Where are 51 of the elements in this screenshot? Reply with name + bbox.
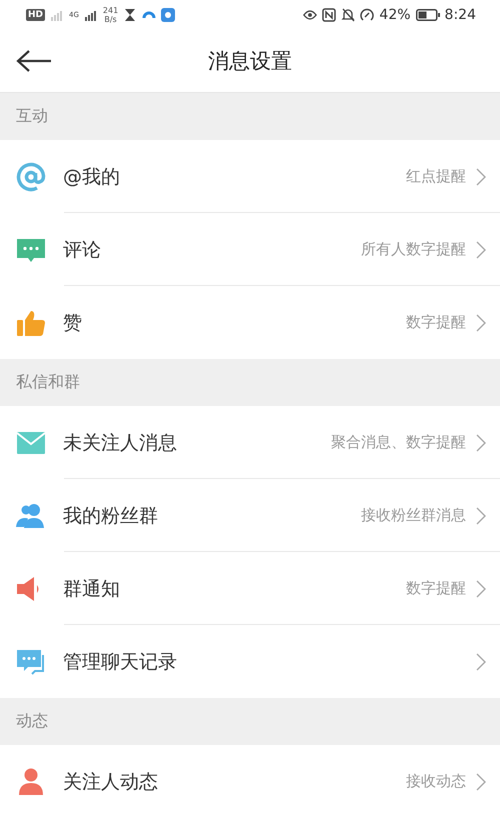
signal-icon [84,9,98,21]
chevron-right-icon [476,314,486,332]
chevron-right-icon [476,772,486,790]
row-label: 赞 [63,310,83,336]
settings-row[interactable]: 关注人动态 接收动态 [0,745,500,815]
row-value: 红点提醒 [406,167,466,186]
row-label: 关注人动态 [63,770,159,794]
back-arrow-icon[interactable] [16,49,52,73]
settings-row[interactable]: @我的 红点提醒 [0,140,500,213]
row-value: 所有人数字提醒 [361,240,466,259]
row-label: 我的粉丝群 [63,504,159,528]
person-icon [16,766,46,796]
row-value: 接收粉丝群消息 [361,506,466,525]
clock: 8:24 [444,7,476,23]
row-label: 群通知 [63,576,121,602]
settings-row[interactable]: 赞 数字提醒 [0,286,500,359]
chevron-right-icon [476,506,486,524]
row-label: 未关注人消息 [63,430,178,456]
row-value: 聚合消息、数字提醒 [331,433,466,452]
settings-row[interactable]: 评论 所有人数字提醒 [0,213,500,286]
row-label: @我的 [63,164,121,190]
chevron-right-icon [476,580,486,598]
page-title: 消息设置 [208,48,292,75]
section-header: 动态 [0,698,500,745]
hd-badge: HD [26,9,46,21]
section-header: 私信和群 [0,359,500,406]
row-value: 数字提醒 [406,579,466,598]
signal-icon [50,9,64,21]
settings-row[interactable]: 未关注人消息 聚合消息、数字提醒 [0,406,500,479]
network-speed: 241 B/s [102,6,118,24]
at-sign-icon [16,162,46,192]
chevron-right-icon [476,168,486,186]
muted-bell-icon [341,8,356,22]
chevron-right-icon [476,240,486,258]
row-label: 评论 [63,238,102,262]
battery-icon [416,9,440,21]
row-value: 接收动态 [406,772,466,791]
chevron-right-icon [476,434,486,452]
hourglass-icon [123,8,138,22]
settings-row[interactable]: 管理聊天记录 [0,625,500,698]
row-value: 数字提醒 [406,313,466,332]
battery-percent: 42% [379,7,411,23]
gauge-icon [360,8,374,22]
eye-icon [303,8,318,22]
settings-row[interactable]: 群通知 数字提醒 [0,552,500,625]
section-header: 互动 [0,93,500,140]
app-icon [161,8,176,22]
row-label: 管理聊天记录 [63,650,178,674]
chevron-right-icon [476,652,486,670]
settings-row[interactable]: 我的粉丝群 接收粉丝群消息 [0,479,500,552]
nfc-icon [322,8,336,22]
